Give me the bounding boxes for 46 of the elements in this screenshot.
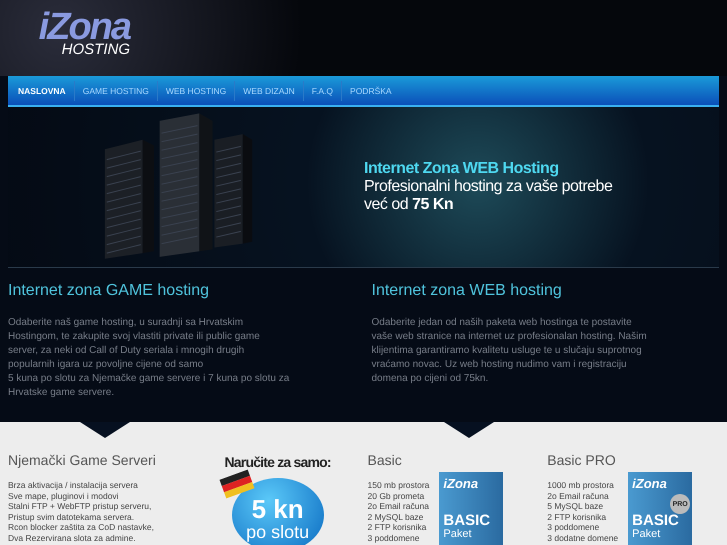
section-text: Odaberite naš game hosting, u suradnji sa Hrvatskim Hostingom, te zakupite svoj vlastiti private ili public game server, za neki od Call of Duty seriala i mnogih drugih popularnih igara uz povoljne cijene od samo 5 kuna po slotu za Njemačke game servere i 7 kuna po slotu za Hrvatske game servere. bbox=[8, 316, 290, 400]
feature-item: 2 FTP korisnika bbox=[547, 512, 608, 522]
box-title: BASIC bbox=[443, 513, 492, 528]
banner-title: Internet Zona WEB Hosting bbox=[364, 160, 560, 178]
feature-item: 2o Email računa bbox=[368, 501, 430, 512]
section-heading: Internet zona WEB hosting bbox=[372, 282, 563, 300]
nav-link[interactable]: WEB DIZAJN bbox=[235, 80, 304, 100]
offer-title: Njemački Game Serveri bbox=[8, 452, 156, 468]
offer-title: Basic PRO bbox=[547, 452, 617, 468]
feature-item: 1000 mb prostora bbox=[547, 480, 615, 490]
feature-item: 3 poddomene bbox=[547, 522, 600, 532]
box-title: BASIC bbox=[632, 513, 680, 528]
box-logo-text: iZona bbox=[443, 476, 480, 491]
box-subtitle: Paket bbox=[632, 528, 662, 540]
price-badge[interactable]: 5 kn po slotu bbox=[232, 478, 324, 545]
feature-item: Pristup svim datotekama servera. bbox=[8, 512, 136, 522]
section-heading: Internet zona GAME hosting bbox=[8, 282, 210, 300]
feature-item: 2 FTP korisnika bbox=[368, 522, 428, 532]
logo[interactable]: iZona HOSTING bbox=[8, 8, 130, 58]
banner-subtitle: Profesionalni hosting za vaše potrebe bbox=[364, 178, 612, 196]
promo-title: Naručite za samo: bbox=[224, 454, 331, 470]
feature-item: Rcon blocker zaštita za CoD nastavke, bbox=[8, 522, 155, 532]
logo-subtitle: HOSTING bbox=[62, 42, 130, 58]
package-box[interactable]: iZona BASIC Paket bbox=[439, 472, 504, 545]
flag-icon bbox=[218, 469, 256, 499]
feature-item: Stalni FTP + WebFTP pristup serveru, bbox=[8, 501, 152, 512]
nav-link[interactable]: PODRŠKA bbox=[342, 80, 400, 100]
feature-item: 5 MySQL baze bbox=[547, 501, 604, 512]
feature-item: Sve mape, pluginovi i modovi bbox=[8, 490, 120, 501]
feature-item: 3 poddomene bbox=[368, 532, 420, 543]
feature-item: 20 Gb prometa bbox=[368, 490, 426, 501]
nav-link[interactable]: NASLOVNA bbox=[10, 80, 75, 100]
nav-link[interactable]: F.A.Q bbox=[304, 80, 342, 100]
feature-item: Dva Rezervirana slota za admine. bbox=[8, 532, 137, 543]
feature-item: 2 MySQL baze bbox=[368, 512, 424, 522]
box-subtitle: Paket bbox=[443, 528, 473, 540]
box-logo-text: iZona bbox=[632, 476, 668, 491]
feature-item: Brza aktivacija / instalacija servera bbox=[8, 480, 139, 490]
nav-link[interactable]: WEB HOSTING bbox=[158, 80, 236, 100]
offer-title: Basic bbox=[368, 452, 403, 468]
nav-link[interactable]: GAME HOSTING bbox=[74, 80, 158, 100]
section-text: Odaberite jedan od naših paketa web hostinga te postavite vaše web stranice na internet uz profesionalan hosting. Našim klijentima garantiramo kvalitetu usluge te u slučaju suprotnog vraćamo novac. Uz web hosting nudimo vam i registraciju domena po cijeni od 75kn. bbox=[372, 316, 648, 386]
feature-item: 3 dodatne domene bbox=[547, 532, 618, 543]
feature-item: 150 mb prostora bbox=[368, 480, 430, 490]
feature-item: 2o Email računa bbox=[547, 490, 610, 501]
banner-price: već od 75 Kn bbox=[364, 196, 454, 214]
